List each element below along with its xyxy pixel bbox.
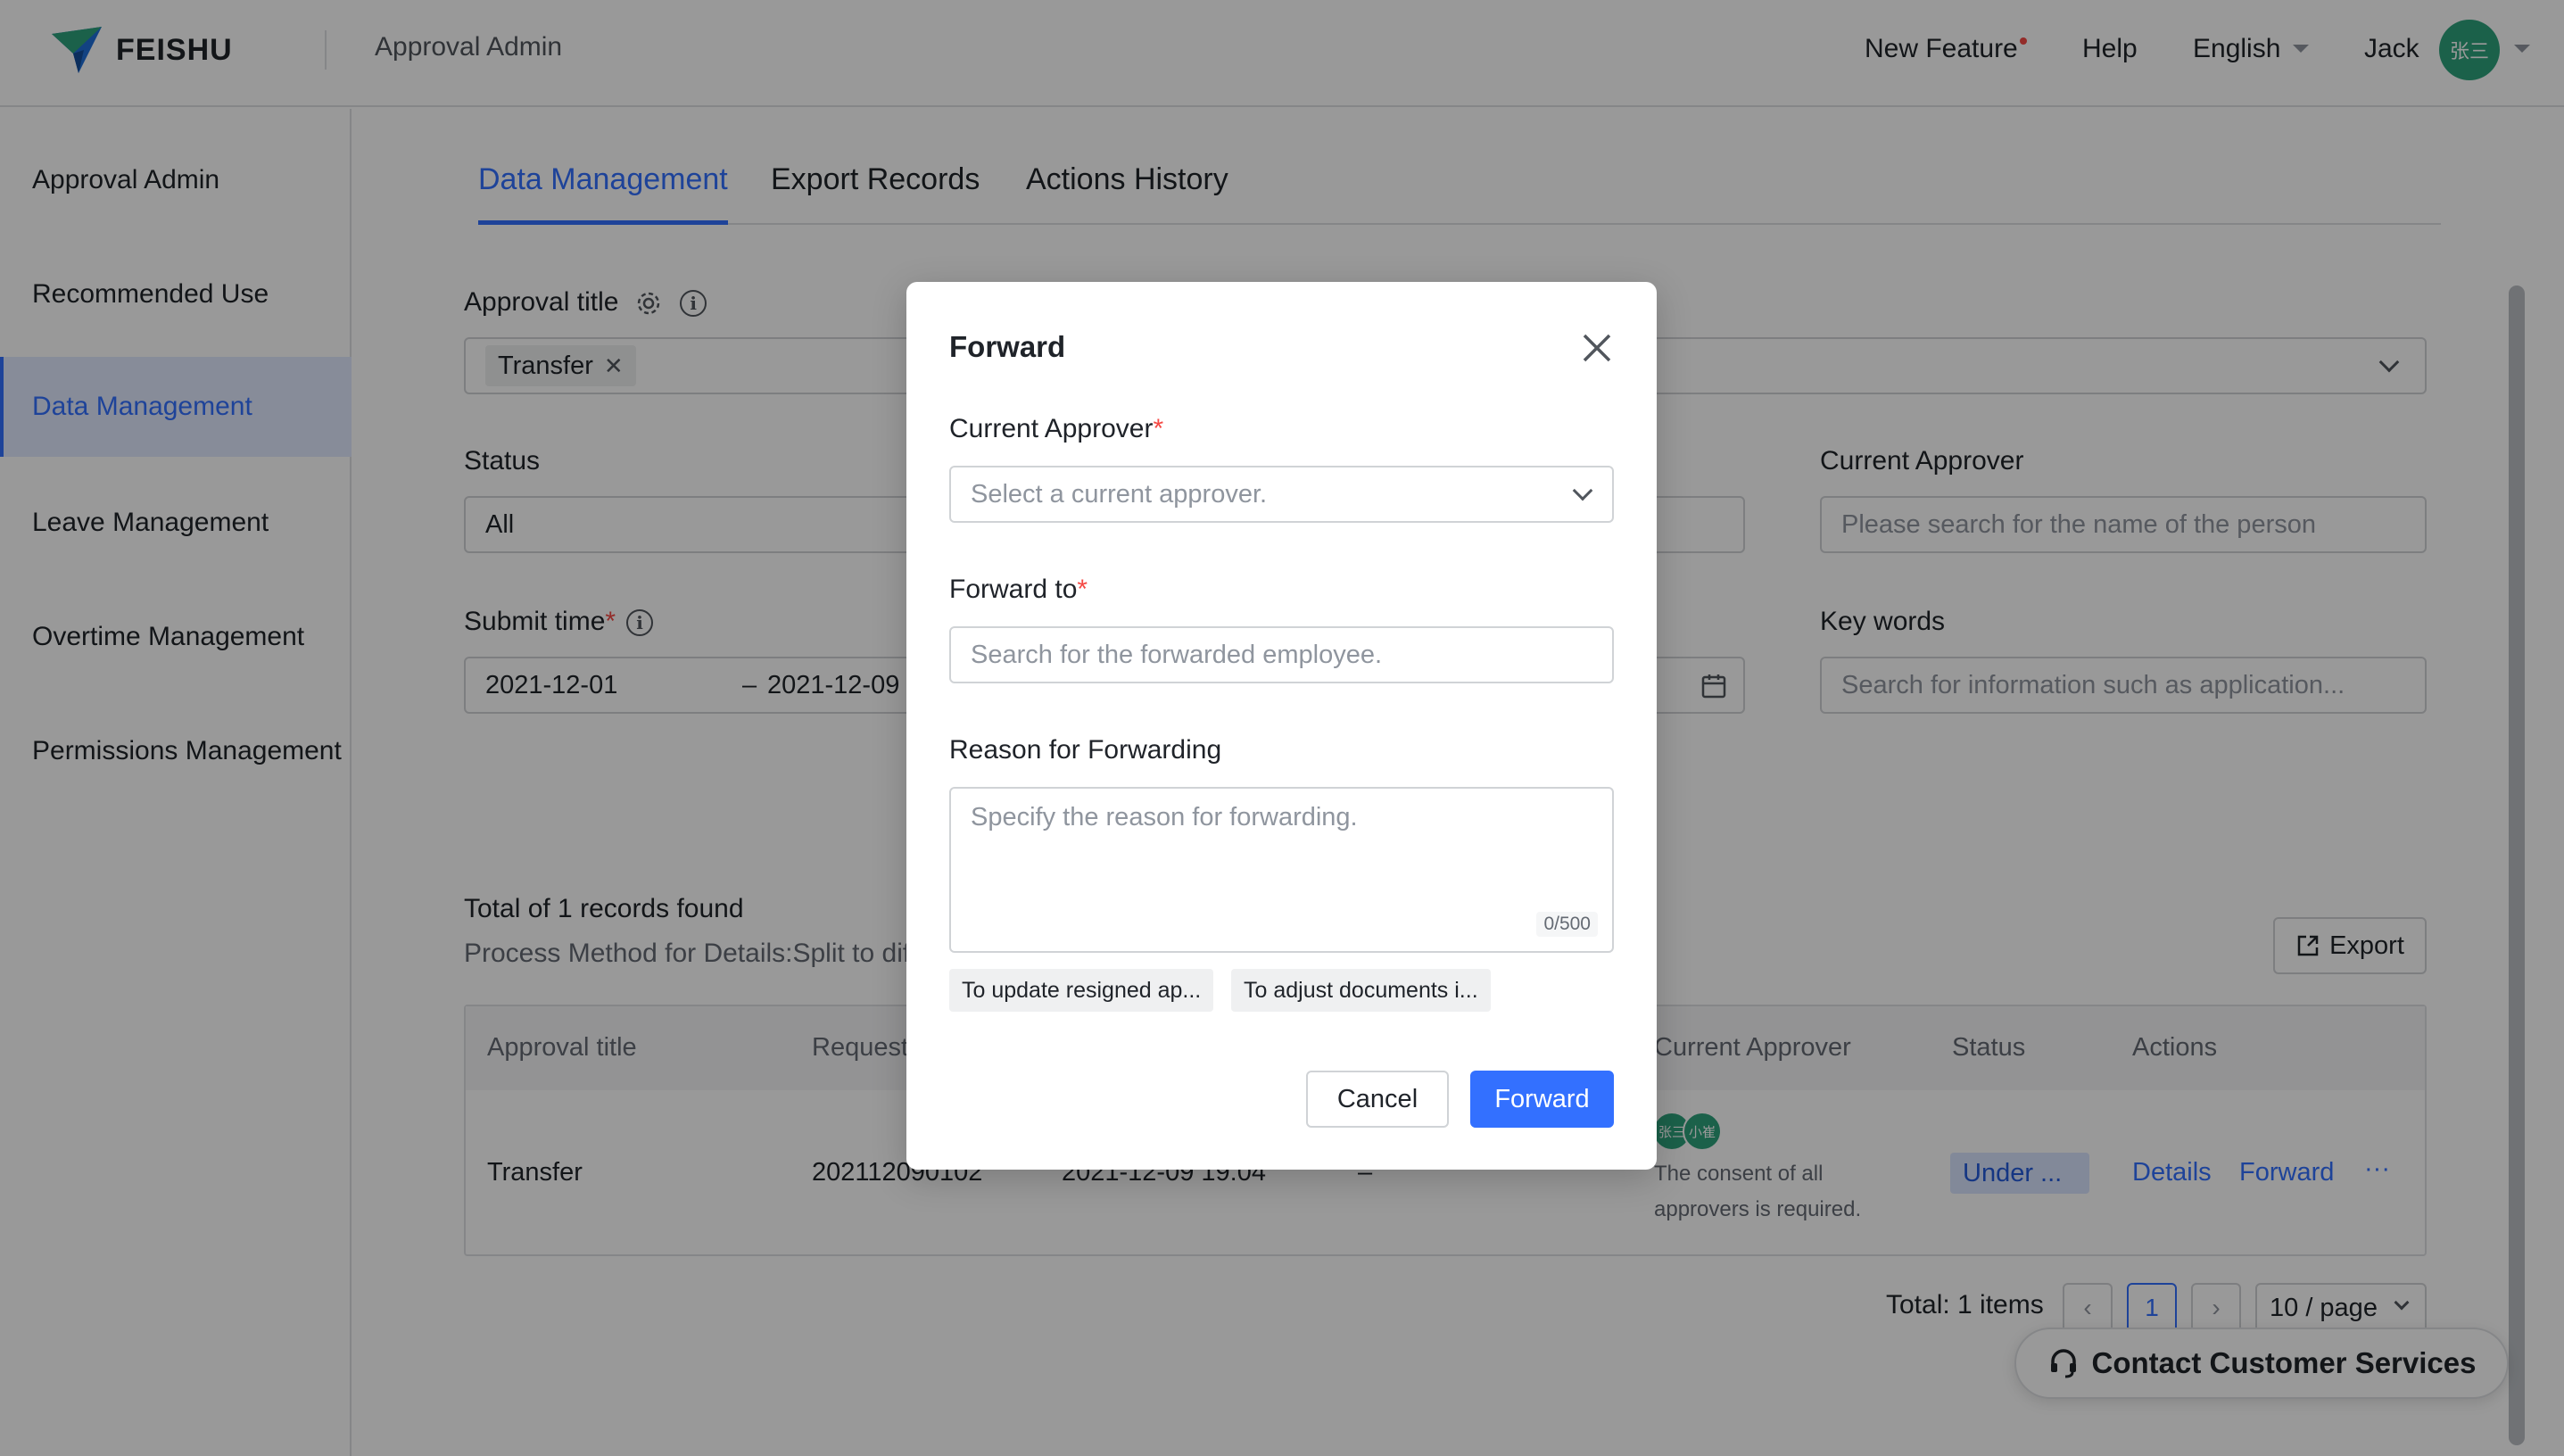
- current-approver-field-label: Current Approver*: [949, 414, 1164, 443]
- dialog-title: Forward: [949, 330, 1066, 363]
- forward-button[interactable]: Forward: [1470, 1071, 1614, 1128]
- cancel-button[interactable]: Cancel: [1306, 1071, 1449, 1128]
- character-counter: 0/500: [1536, 912, 1598, 937]
- forward-dialog: Forward Current Approver* Select a curre…: [906, 282, 1657, 1170]
- approver-chevron-down-icon: [1572, 480, 1593, 501]
- reason-field-label: Reason for Forwarding: [949, 735, 1222, 765]
- reason-textarea[interactable]: Specify the reason for forwarding. 0/500: [949, 787, 1614, 953]
- reason-chip-resigned[interactable]: To update resigned ap...: [949, 969, 1214, 1012]
- required-mark: *: [1153, 414, 1164, 443]
- forward-to-search-input[interactable]: Search for the forwarded employee.: [949, 626, 1614, 683]
- reason-chip-adjust[interactable]: To adjust documents i...: [1231, 969, 1491, 1012]
- forward-to-field-label: Forward to*: [949, 575, 1088, 604]
- required-mark: *: [1077, 575, 1088, 604]
- current-approver-select[interactable]: Select a current approver.: [949, 466, 1614, 523]
- close-icon[interactable]: [1577, 328, 1617, 368]
